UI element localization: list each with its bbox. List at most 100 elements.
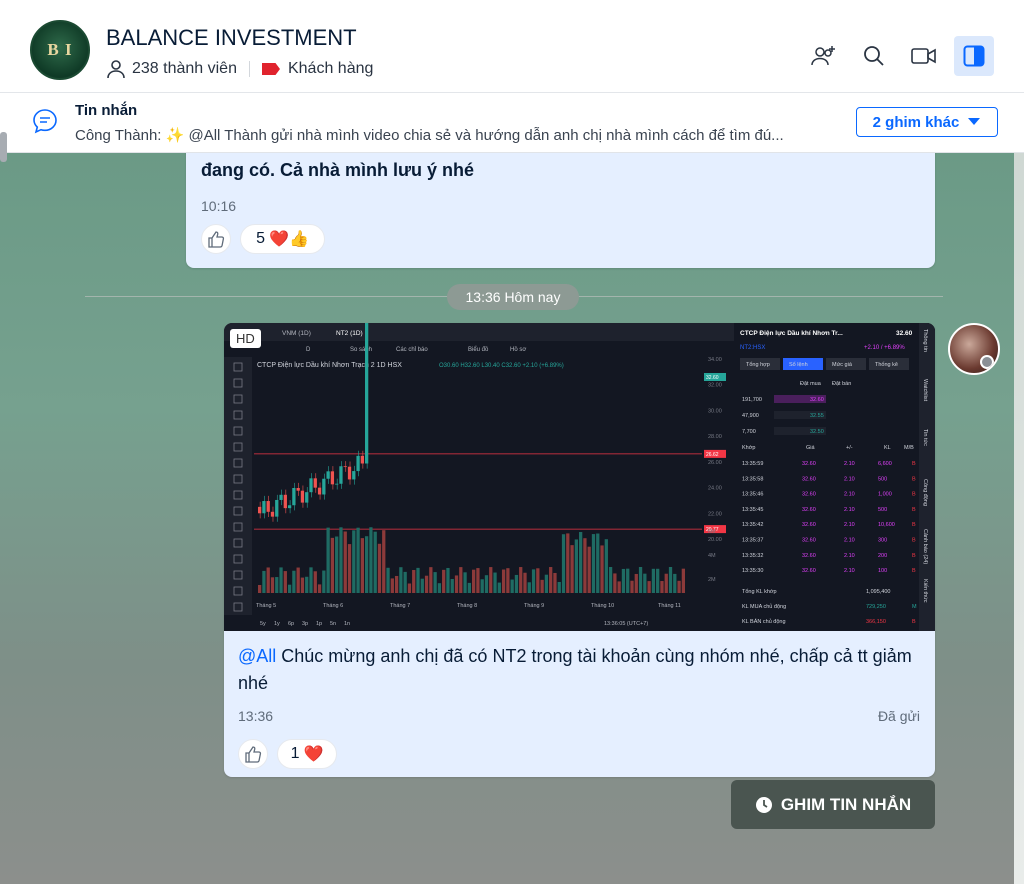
total-side: B <box>912 619 916 625</box>
volume-bar <box>527 582 531 593</box>
panel-tab-label: Mức giá <box>832 362 853 368</box>
volume-bar <box>390 578 394 593</box>
message-list[interactable]: đang có. Cả nhà mình lưu ý nhé 10:16 5 ❤️… <box>0 120 1024 884</box>
add-member-button[interactable] <box>804 36 844 76</box>
scrollbar[interactable] <box>0 132 7 162</box>
trade-cell: 32.60 <box>802 553 816 559</box>
reaction-summary[interactable]: 1 ❤️ <box>277 739 337 769</box>
candle <box>309 478 313 493</box>
trade-header: Giá <box>806 445 816 451</box>
candle <box>322 478 326 495</box>
group-avatar[interactable]: B I <box>30 20 90 80</box>
volume-bar <box>587 546 591 593</box>
toggle-sidebar-button[interactable] <box>954 36 994 76</box>
candle <box>275 499 279 517</box>
like-button[interactable] <box>238 739 268 769</box>
volume-bar <box>561 534 566 593</box>
volume-bar <box>352 530 356 593</box>
tag-icon <box>261 63 280 75</box>
volume-bar <box>369 527 373 593</box>
message-icon <box>33 109 57 134</box>
trade-cell: 13:35:32 <box>742 553 763 559</box>
book-header: Đặt bán <box>832 381 851 387</box>
volume-bar <box>664 573 668 593</box>
sender-avatar[interactable] <box>948 323 1000 375</box>
candle <box>347 466 352 480</box>
volume-bar <box>634 573 638 593</box>
search-icon <box>864 46 884 66</box>
price-axis-label: 32.00 <box>708 383 722 389</box>
reaction-emojis: ❤️👍 <box>269 231 309 248</box>
volume-bar <box>472 569 476 593</box>
volume-bar <box>514 574 519 593</box>
trade-cell: 13:35:37 <box>742 538 763 544</box>
volume-bar <box>356 527 360 593</box>
search-button[interactable] <box>854 36 894 76</box>
more-pins-label: 2 ghim khác <box>872 113 960 131</box>
candle <box>343 466 347 468</box>
volume-bar <box>566 533 570 593</box>
volume-bar <box>360 538 364 593</box>
volume-bar <box>437 583 442 593</box>
trade-cell: 2.10 <box>844 476 855 482</box>
group-tag[interactable]: Khách hàng <box>288 60 373 78</box>
total-side: M <box>912 604 917 610</box>
member-count[interactable]: 238 thành viên <box>132 60 237 78</box>
message-time: 13:36 <box>238 708 274 724</box>
panel-tab-label: Thống kê <box>875 362 898 368</box>
message-body: Chúc mừng anh chị đã có NT2 trong tài kh… <box>238 646 912 693</box>
price-axis-label: 34.00 <box>708 357 722 363</box>
trade-cell: B <box>912 553 916 559</box>
range-button: 3p <box>302 621 308 627</box>
stock-chart-screenshot: VNM (1D) NT2 (1D) D So sánh Các chỉ báo Biểu … <box>224 323 935 631</box>
clock-readout: 13:36:05 (UTC+7) <box>604 621 648 627</box>
time-axis-label: Tháng 5 <box>256 603 276 609</box>
volume-bar <box>403 571 407 593</box>
pin-message-label: GHIM TIN NHẮN <box>780 794 912 814</box>
trade-header: M/B <box>904 445 914 451</box>
like-button[interactable] <box>201 224 231 254</box>
volume-bar <box>489 567 493 593</box>
group-name[interactable]: BALANCE INVESTMENT <box>106 25 357 51</box>
candle <box>296 487 300 491</box>
volume-bar <box>343 531 347 593</box>
candle <box>335 483 339 485</box>
trade-cell: 32.60 <box>802 492 816 498</box>
trade-cell: 32.60 <box>802 522 816 528</box>
time-axis-label: Tháng 9 <box>524 603 544 609</box>
volume-bar <box>262 570 266 593</box>
volume-bar <box>574 539 578 593</box>
trade-cell: 32.60 <box>802 507 816 513</box>
volume-bar <box>399 567 403 593</box>
reaction-summary[interactable]: 5 ❤️👍 <box>240 224 325 254</box>
message-bubble-image[interactable]: HD VNM (1D) NT2 (1D) D So sánh Các chỉ báo Bi… <box>224 323 935 777</box>
volume-bar <box>497 582 501 593</box>
book-price: 32.55 <box>810 413 824 419</box>
price-tag-label: 26.62 <box>706 452 719 458</box>
trade-cell: 2.10 <box>844 538 855 544</box>
company-name: CTCP Điện lực Dầu khí Nhơn Tr... <box>740 328 843 337</box>
candle <box>317 487 322 495</box>
volume-bar <box>677 580 681 593</box>
trade-cell: B <box>912 492 916 498</box>
volume-bar <box>668 567 673 593</box>
candle <box>258 506 262 514</box>
trade-cell: 300 <box>878 538 887 544</box>
volume-bar <box>544 574 549 593</box>
volume-bar <box>275 577 279 593</box>
side-tab-label: Watchlist <box>922 379 928 402</box>
price-axis-label: 30.00 <box>708 408 722 414</box>
ticker: NT2:HSX <box>740 345 765 351</box>
volume-bar <box>386 567 390 593</box>
trade-header: +/- <box>846 445 853 451</box>
volume-bar <box>643 573 647 593</box>
shared-screenshot[interactable]: HD VNM (1D) NT2 (1D) D So sánh Các chỉ báo Bi… <box>224 323 935 631</box>
volume-bar <box>467 582 471 593</box>
volume-bar <box>450 578 454 593</box>
pinned-preview: Công Thành: ✨ @All Thành gửi nhà mình vi… <box>75 127 784 144</box>
video-call-button[interactable] <box>904 36 944 76</box>
mention-all[interactable]: @All <box>238 646 276 666</box>
side-tab-label: Kiến thức <box>922 579 928 603</box>
pin-message-button[interactable]: GHIM TIN NHẮN <box>731 780 935 829</box>
more-pins-button[interactable]: 2 ghim khác <box>856 107 998 137</box>
